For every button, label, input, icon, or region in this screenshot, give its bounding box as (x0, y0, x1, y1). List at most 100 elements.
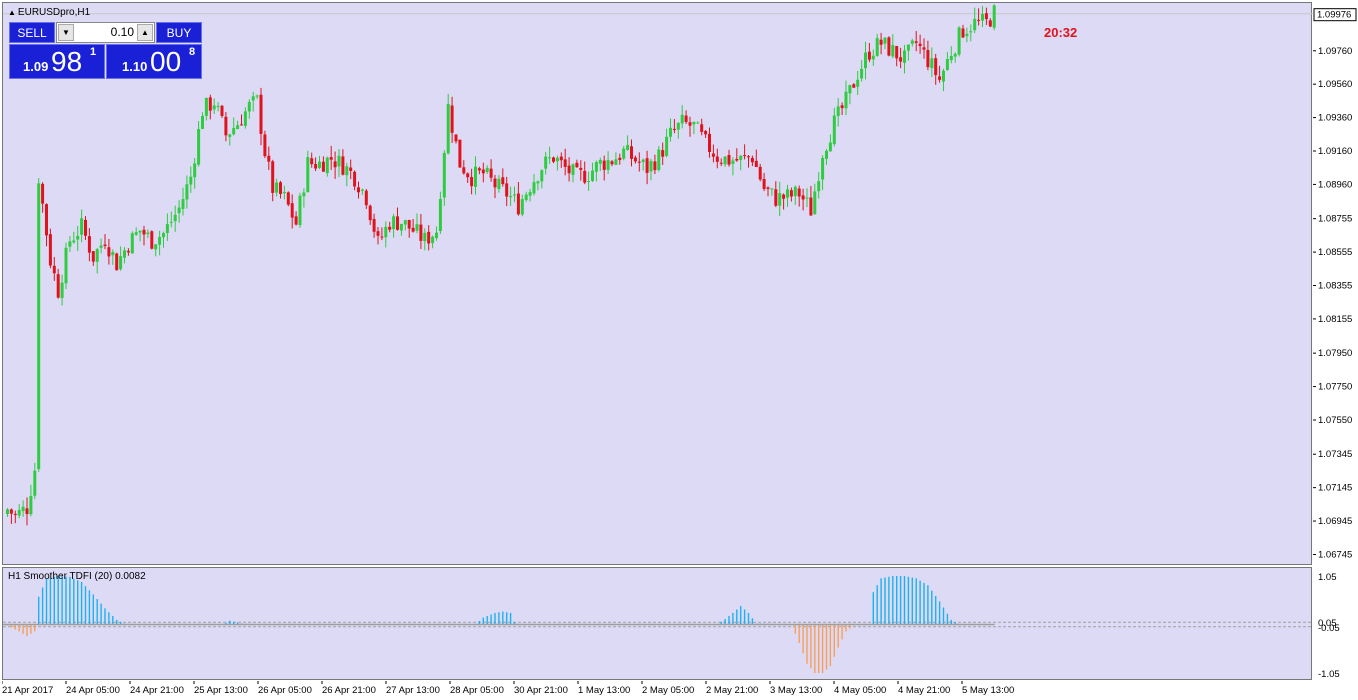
candle-body (575, 162, 579, 168)
main-chart-area[interactable]: ▲ EURUSDpro,H1 20:32 SELL ▼ 0.10 ▲ BUY 1… (2, 2, 1313, 565)
price-axis[interactable]: 1.09760 1.09560 1.09360 1.09160 1.08960 1.087… (1313, 2, 1358, 680)
time-axis[interactable]: 21 Apr 2017 24 Apr 05:00 24 Apr 21:00 25 Ap… (2, 681, 1312, 700)
candle-body (891, 45, 895, 57)
candle-body (396, 216, 399, 230)
candle-body (926, 50, 930, 68)
time-tick-label: 26 Apr 05:00 (258, 685, 312, 696)
volume-field[interactable]: ▼ 0.10 ▲ (56, 22, 155, 43)
price-tick-label: 1.09160 (1318, 146, 1352, 157)
candle-body (758, 166, 762, 180)
candle-body (723, 156, 727, 165)
candle-body (501, 177, 505, 185)
candle-body (520, 199, 524, 215)
candle-body (392, 216, 396, 230)
candle-body (969, 31, 973, 33)
price-tick-label: 1.06745 (1318, 549, 1352, 560)
candle-body (68, 241, 72, 247)
candle-body (848, 85, 852, 94)
candle-body (949, 56, 953, 61)
candle-body (95, 249, 99, 262)
candle-body (961, 28, 965, 38)
candle-body (669, 127, 672, 137)
candle-body (649, 160, 653, 172)
candle-body (840, 105, 844, 109)
candle-body (162, 232, 165, 238)
candle-body (466, 173, 470, 178)
buy-button[interactable]: BUY (156, 22, 202, 43)
candle-body (220, 105, 224, 116)
candle-body (84, 219, 87, 236)
candle-body (216, 106, 220, 108)
candle-body (337, 155, 341, 167)
candle-body (360, 189, 364, 191)
candle-body (185, 184, 189, 200)
candle-body (275, 182, 279, 193)
indicator-subwindow[interactable]: H1 Smoother TDFI (20) 0.0082 (2, 567, 1313, 680)
candle-body (29, 495, 33, 515)
indicator-axis-label: -0.05 (1318, 623, 1340, 634)
candle-body (181, 199, 185, 210)
candle-body (626, 144, 630, 150)
candle-body (349, 167, 353, 171)
candle-body (368, 205, 372, 221)
candle-body (871, 55, 875, 60)
candle-body (193, 163, 197, 178)
price-tick-label: 1.08155 (1318, 314, 1352, 325)
candle-body (778, 193, 782, 206)
candle-body (809, 197, 813, 216)
candle-body (528, 192, 532, 196)
candle-body (126, 250, 130, 253)
candle-body (739, 155, 743, 160)
candle-body (294, 216, 298, 225)
candle-body (680, 114, 684, 124)
price-tick-label: 1.07345 (1318, 449, 1352, 460)
candle-body (204, 97, 208, 116)
candle-body (372, 219, 376, 232)
candle-body (454, 134, 458, 142)
volume-increase-icon[interactable]: ▲ (137, 24, 153, 41)
candle-body (333, 161, 337, 168)
time-tick-label: 25 Apr 13:00 (194, 685, 248, 696)
time-tick-label: 1 May 13:00 (578, 685, 630, 696)
time-tick-label: 3 May 13:00 (770, 685, 822, 696)
indicator-title: H1 Smoother TDFI (20) 0.0082 (8, 571, 146, 582)
volume-value[interactable]: 0.10 (111, 25, 134, 39)
candle-body (887, 37, 891, 56)
candle-body (708, 133, 711, 153)
candle-body (684, 115, 688, 122)
price-axis-labels: 1.09760 1.09560 1.09360 1.09160 1.08960 1.087… (1313, 8, 1357, 680)
candle-body (267, 155, 271, 162)
candle-body (345, 166, 349, 176)
time-tick-label: 30 Apr 21:00 (514, 685, 568, 696)
candle-body (165, 224, 169, 233)
candle-body (45, 204, 48, 236)
buy-price-quote[interactable]: 1.10 00 8 (106, 44, 202, 79)
candle-body (602, 160, 606, 170)
candle-body (240, 124, 243, 126)
buy-price-big: 00 (150, 46, 182, 77)
candle-body (727, 154, 731, 165)
candle-body (817, 181, 821, 192)
candle-body (770, 188, 774, 190)
sell-button[interactable]: SELL (9, 22, 55, 43)
candle-body (879, 39, 883, 45)
candle-body (423, 232, 427, 242)
candle-body (21, 506, 25, 512)
candle-body (427, 231, 431, 244)
candle-body (922, 47, 926, 50)
time-tick-label: 4 May 21:00 (898, 685, 950, 696)
indicator-axis-label: 1.05 (1318, 572, 1337, 583)
collapse-triangle-icon[interactable]: ▲ (8, 8, 16, 17)
candle-body (645, 158, 649, 173)
candle-body (532, 182, 536, 194)
candle-body (411, 227, 415, 232)
price-tick-label: 1.08960 (1318, 179, 1352, 190)
volume-decrease-icon[interactable]: ▼ (58, 24, 74, 41)
candle-body (957, 27, 961, 55)
candle-body (107, 247, 111, 257)
candle-body (435, 232, 438, 239)
time-tick-label: 27 Apr 13:00 (386, 685, 440, 696)
sell-price-quote[interactable]: 1.09 98 1 (9, 44, 105, 79)
candle-body (653, 161, 657, 171)
candle-body (700, 124, 704, 132)
